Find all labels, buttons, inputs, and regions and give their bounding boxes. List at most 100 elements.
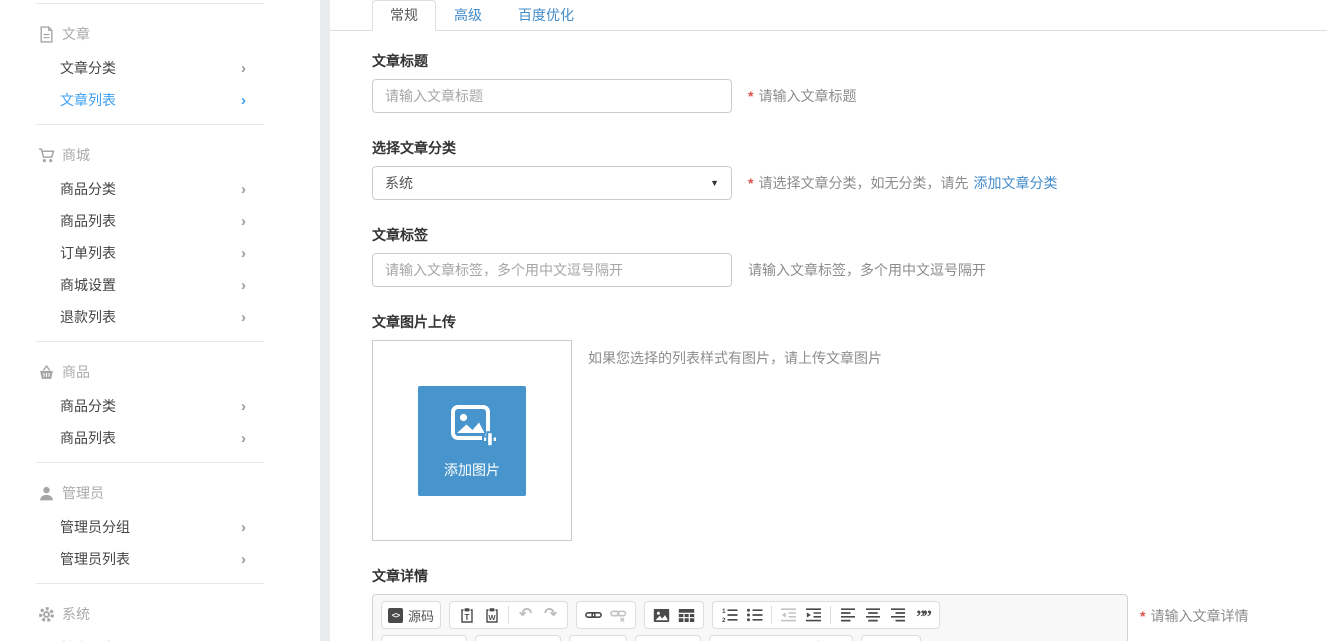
chevron-right-icon: › bbox=[241, 181, 246, 198]
bulleted-list-button[interactable] bbox=[742, 604, 767, 626]
sidebar-item-admin-list[interactable]: 管理员列表 › bbox=[0, 543, 320, 575]
form-group-tags: 文章标签 请输入文章标签，多个用中文逗号隔开 bbox=[372, 225, 1327, 287]
align-left-button[interactable] bbox=[835, 604, 860, 626]
align-right-button[interactable] bbox=[885, 604, 910, 626]
add-image-button[interactable]: 添加图片 bbox=[418, 386, 526, 496]
sidebar-item-label: 订单列表 bbox=[60, 243, 116, 263]
sidebar-section-title: 商城 bbox=[62, 144, 90, 166]
sidebar-item-label: 商品列表 bbox=[60, 211, 116, 231]
insert-table-button[interactable] bbox=[674, 604, 699, 626]
add-image-icon bbox=[446, 403, 498, 454]
chevron-right-icon: › bbox=[241, 60, 246, 77]
file-text-icon bbox=[38, 26, 55, 43]
paste-text-button[interactable]: T bbox=[454, 604, 479, 626]
sidebar-item-goods-list[interactable]: 商品列表 › bbox=[0, 205, 320, 237]
image-upload-frame: 添加图片 bbox=[372, 340, 572, 541]
editor-toolbar: <> 源码 T W bbox=[373, 595, 1127, 641]
insert-image-button[interactable] bbox=[649, 604, 674, 626]
undo-icon[interactable]: ↶ bbox=[513, 604, 538, 626]
sidebar-section-header-system: 系统 bbox=[0, 584, 320, 632]
sidebar-item-admin-group[interactable]: 管理员分组 › bbox=[0, 511, 320, 543]
sidebar-section-header-admin: 管理员 bbox=[0, 463, 320, 511]
tags-label: 文章标签 bbox=[372, 225, 1327, 245]
unlink-button[interactable] bbox=[606, 604, 631, 626]
category-hint: *请选择文章分类，如无分类，请先添加文章分类 bbox=[748, 173, 1057, 193]
editor-toolbar-row-2: 格式 ▾ 样式 ▾ 大小 ▾ bbox=[381, 635, 1119, 641]
font-size-dropdown[interactable]: 大小 ▾ bbox=[569, 635, 627, 641]
form-group-title: 文章标题 *请输入文章标题 bbox=[372, 51, 1327, 113]
toolbar-separator bbox=[508, 606, 509, 624]
chevron-right-icon: › bbox=[241, 245, 246, 262]
chevron-right-icon: › bbox=[241, 277, 246, 294]
form-group-image: 文章图片上传 添加图片 如果您选择的列表样式有图片，请上传文章图片 bbox=[372, 312, 1327, 541]
user-icon bbox=[38, 485, 55, 502]
ordered-list-button[interactable]: 12 bbox=[717, 604, 742, 626]
title-hint: *请输入文章标题 bbox=[748, 86, 856, 106]
rich-text-editor: <> 源码 T W bbox=[372, 594, 1128, 641]
category-select[interactable]: 系统 ▼ bbox=[372, 166, 732, 200]
tab-general[interactable]: 常规 bbox=[372, 0, 436, 31]
sidebar-section-header-product: 商品 bbox=[0, 342, 320, 390]
layout-gap bbox=[320, 0, 330, 641]
sidebar-item-goods-category[interactable]: 商品分类 › bbox=[0, 173, 320, 205]
sidebar-item-article-category[interactable]: 文章分类 › bbox=[0, 52, 320, 84]
sidebar-item-product-list[interactable]: 商品列表 › bbox=[0, 422, 320, 454]
required-asterisk: * bbox=[1140, 608, 1145, 624]
sidebar-item-label: 退款列表 bbox=[60, 307, 116, 327]
sidebar-section-article: 文章 文章分类 › 文章列表 › bbox=[0, 4, 320, 124]
sidebar-section-header-mall: 商城 bbox=[0, 125, 320, 173]
sidebar-item-label: 商城设置 bbox=[60, 275, 116, 295]
sidebar-item-product-category[interactable]: 商品分类 › bbox=[0, 390, 320, 422]
indent-icon bbox=[805, 607, 822, 623]
unlink-icon bbox=[610, 607, 627, 623]
chevron-right-icon: › bbox=[241, 92, 246, 109]
align-center-icon bbox=[865, 607, 881, 623]
sidebar-section-title: 文章 bbox=[62, 23, 90, 45]
tab-advanced[interactable]: 高级 bbox=[436, 0, 500, 31]
sidebar-section-title: 商品 bbox=[62, 361, 90, 383]
redo-icon[interactable]: ↷ bbox=[538, 604, 563, 626]
bulleted-list-icon bbox=[746, 607, 763, 623]
add-image-label: 添加图片 bbox=[444, 460, 500, 480]
add-category-link[interactable]: 添加文章分类 bbox=[973, 175, 1057, 191]
sidebar-item-order-list[interactable]: 订单列表 › bbox=[0, 237, 320, 269]
toolbar-separator bbox=[830, 606, 831, 624]
tab-baidu-seo[interactable]: 百度优化 bbox=[500, 0, 592, 31]
sidebar-section-header-article: 文章 bbox=[0, 4, 320, 52]
form-group-detail: 文章详情 <> 源码 bbox=[372, 566, 1327, 641]
source-button[interactable]: <> 源码 bbox=[386, 604, 436, 626]
style-dropdown[interactable]: 样式 ▾ bbox=[475, 635, 561, 641]
align-right-icon bbox=[890, 607, 906, 623]
blockquote-icon[interactable]: ”” bbox=[910, 604, 935, 626]
tags-hint: 请输入文章标签，多个用中文逗号隔开 bbox=[748, 260, 986, 280]
tags-input[interactable] bbox=[372, 253, 732, 287]
sidebar-section-title: 系统 bbox=[62, 603, 90, 625]
toolbar-separator bbox=[771, 606, 772, 624]
sidebar-item-label: 文章分类 bbox=[60, 58, 116, 78]
chevron-right-icon: › bbox=[241, 551, 246, 568]
link-icon bbox=[585, 607, 602, 623]
sidebar-section-mall: 商城 商品分类 › 商品列表 › 订单列表 › 商城设置 › 退款列表 › bbox=[0, 125, 320, 341]
svg-text:W: W bbox=[488, 613, 496, 622]
format-dropdown[interactable]: 格式 ▾ bbox=[381, 635, 467, 641]
chevron-right-icon: › bbox=[241, 519, 246, 536]
sidebar-item-label: 商品列表 bbox=[60, 428, 116, 448]
svg-text:2: 2 bbox=[722, 617, 726, 623]
title-label: 文章标题 bbox=[372, 51, 1327, 71]
sidebar-item-label: 文章列表 bbox=[60, 90, 116, 110]
outdent-button[interactable] bbox=[776, 604, 801, 626]
indent-button[interactable] bbox=[801, 604, 826, 626]
image-label: 文章图片上传 bbox=[372, 312, 1327, 332]
sidebar-item-refund-list[interactable]: 退款列表 › bbox=[0, 301, 320, 333]
sidebar-item-basic-info[interactable]: 基本信息 › bbox=[0, 632, 320, 641]
sidebar-item-mall-settings[interactable]: 商城设置 › bbox=[0, 269, 320, 301]
tab-bar: 常规 高级 百度优化 bbox=[330, 0, 1327, 31]
title-input[interactable] bbox=[372, 79, 732, 113]
paste-word-button[interactable]: W bbox=[479, 604, 504, 626]
sidebar-section-title: 管理员 bbox=[62, 482, 104, 504]
align-center-button[interactable] bbox=[860, 604, 885, 626]
link-button[interactable] bbox=[581, 604, 606, 626]
sidebar-item-article-list[interactable]: 文章列表 › bbox=[0, 84, 320, 116]
required-asterisk: * bbox=[748, 175, 753, 191]
chevron-right-icon: › bbox=[241, 213, 246, 230]
